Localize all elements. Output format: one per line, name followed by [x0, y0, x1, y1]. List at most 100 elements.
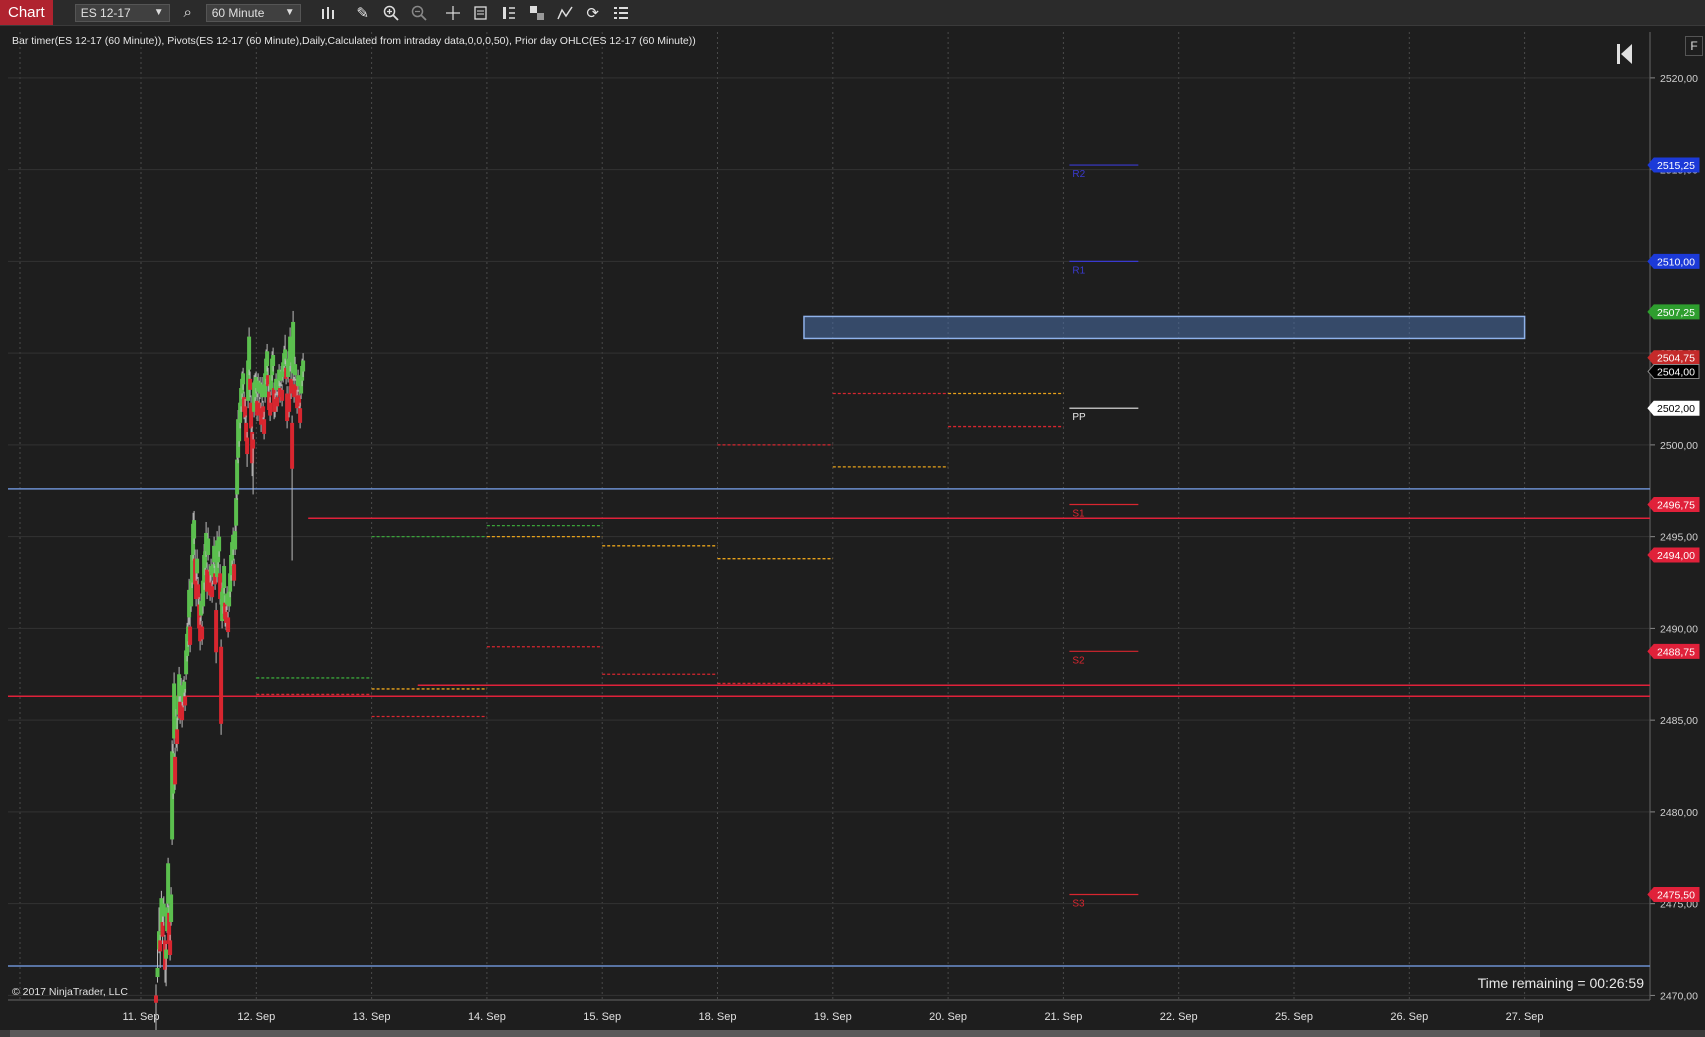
price-flag: 2507,25	[1647, 304, 1700, 320]
price-flag-label: 2504,75	[1657, 353, 1695, 365]
candle-body	[268, 402, 273, 416]
price-flag-label: 2507,25	[1657, 307, 1695, 319]
x-tick-label: 14. Sep	[468, 1011, 506, 1023]
price-flag: 2502,00	[1647, 400, 1700, 416]
candle-body	[280, 389, 285, 401]
toolbar: Chart ES 12-17 ▼ ⌕ 60 Minute ▼ ✎ ⟳	[0, 0, 1705, 26]
instrument-select[interactable]: ES 12-17 ▼	[74, 3, 170, 22]
price-flag: 2515,25	[1647, 157, 1700, 173]
candle-body	[183, 696, 188, 706]
price-flag-label: 2496,75	[1657, 500, 1695, 512]
candle-body	[180, 705, 185, 721]
candle-body	[169, 894, 174, 923]
candle-body	[175, 729, 180, 745]
x-tick-label: 27. Sep	[1506, 1011, 1544, 1023]
y-tick-label: 2490,00	[1660, 623, 1698, 635]
horizontal-scrollbar[interactable]	[0, 1030, 1705, 1037]
x-tick-label: 12. Sep	[237, 1011, 275, 1023]
price-flag: 2475,50	[1647, 886, 1700, 902]
interval-select[interactable]: 60 Minute ▼	[205, 3, 301, 22]
crosshair-icon[interactable]	[443, 3, 463, 23]
candle-body	[248, 378, 253, 390]
x-tick-label: 15. Sep	[583, 1011, 621, 1023]
candle-body	[155, 967, 160, 978]
candle-body	[234, 498, 239, 526]
x-tick-label: 11. Sep	[122, 1011, 159, 1023]
pivot-level-label: PP	[1072, 412, 1086, 423]
candle-body	[188, 626, 193, 645]
scrollbar-thumb[interactable]	[10, 1030, 1540, 1037]
drawing-tools-icon[interactable]	[527, 3, 547, 23]
zoom-out-icon[interactable]	[409, 3, 429, 23]
x-tick-label: 18. Sep	[699, 1011, 737, 1023]
price-flag: 2504,00	[1647, 363, 1700, 379]
candle-body	[173, 756, 178, 785]
y-tick-label: 2480,00	[1660, 807, 1698, 819]
x-tick-label: 20. Sep	[929, 1011, 967, 1023]
y-tick-label: 2495,00	[1660, 532, 1698, 544]
candle-body	[290, 422, 295, 469]
x-tick-label: 19. Sep	[814, 1011, 852, 1023]
plot-area	[8, 32, 1650, 1000]
zoom-in-icon[interactable]	[381, 3, 401, 23]
candle-body	[245, 437, 250, 455]
candle-body	[226, 617, 231, 633]
price-flag-label: 2488,75	[1657, 646, 1695, 658]
data-box-icon[interactable]	[471, 3, 491, 23]
chart-style-icon[interactable]	[499, 3, 519, 23]
pencil-icon[interactable]: ✎	[353, 3, 373, 23]
candle-body	[241, 373, 246, 385]
pivot-level-label: S2	[1072, 655, 1085, 666]
candle-body	[247, 336, 252, 370]
tab-chart[interactable]: Chart	[0, 0, 53, 25]
candle-body	[206, 538, 211, 555]
pivot-level-label: R2	[1072, 169, 1085, 180]
price-chart[interactable]: 11. Sep 12. Sep 13. Sep 14. Sep 15. Sep 18. S…	[0, 26, 1705, 1030]
x-tick-label: 13. Sep	[353, 1011, 391, 1023]
candle-body	[275, 397, 280, 407]
y-tick-label: 2500,00	[1660, 440, 1698, 452]
pivot-level-label: S3	[1072, 898, 1085, 909]
candle-body	[200, 626, 205, 640]
properties-icon[interactable]	[611, 3, 631, 23]
y-tick-label: 2470,00	[1660, 990, 1698, 1002]
candle-body	[233, 531, 238, 550]
price-flag: 2496,75	[1647, 497, 1700, 513]
candle-body	[214, 610, 219, 653]
candle-body	[283, 349, 288, 359]
x-tick-label: 22. Sep	[1160, 1011, 1198, 1023]
x-tick-label: 21. Sep	[1044, 1011, 1082, 1023]
f-button[interactable]: F	[1685, 36, 1703, 56]
candle-body	[164, 949, 169, 959]
candle-body	[287, 393, 292, 412]
candle-body	[168, 940, 173, 956]
interval-value: 60 Minute	[211, 5, 265, 20]
x-tick-label: 25. Sep	[1275, 1011, 1313, 1023]
reload-icon[interactable]: ⟳	[583, 3, 603, 23]
candle-body	[235, 459, 240, 495]
price-flag-label: 2510,00	[1657, 256, 1695, 268]
price-flag-label: 2504,00	[1657, 366, 1695, 378]
candle-body	[154, 995, 158, 1003]
y-tick-label: 2485,00	[1660, 715, 1698, 727]
candle-body	[301, 360, 306, 372]
candle-body	[271, 354, 276, 366]
resistance-zone	[803, 315, 1526, 340]
indicator-label: Bar timer(ES 12-17 (60 Minute)), Pivots(…	[12, 35, 696, 47]
indicators-icon[interactable]	[555, 3, 575, 23]
search-icon[interactable]: ⌕	[178, 3, 198, 23]
candle-body	[158, 940, 163, 952]
candle-body	[251, 439, 256, 449]
chevron-down-icon: ▼	[153, 7, 164, 18]
copyright-text: © 2017 NinjaTrader, LLC	[12, 986, 128, 998]
candle-body	[192, 520, 197, 539]
chevron-down-icon: ▼	[284, 7, 295, 18]
candle-body	[222, 566, 227, 589]
scroll-to-end-icon[interactable]	[1614, 42, 1638, 66]
bars-type-icon[interactable]	[319, 3, 339, 23]
candle-body	[196, 584, 201, 600]
price-flag-label: 2494,00	[1657, 550, 1695, 562]
price-flag: 2504,75	[1647, 350, 1700, 366]
candle-body	[265, 351, 270, 366]
x-tick-label: 26. Sep	[1390, 1011, 1428, 1023]
